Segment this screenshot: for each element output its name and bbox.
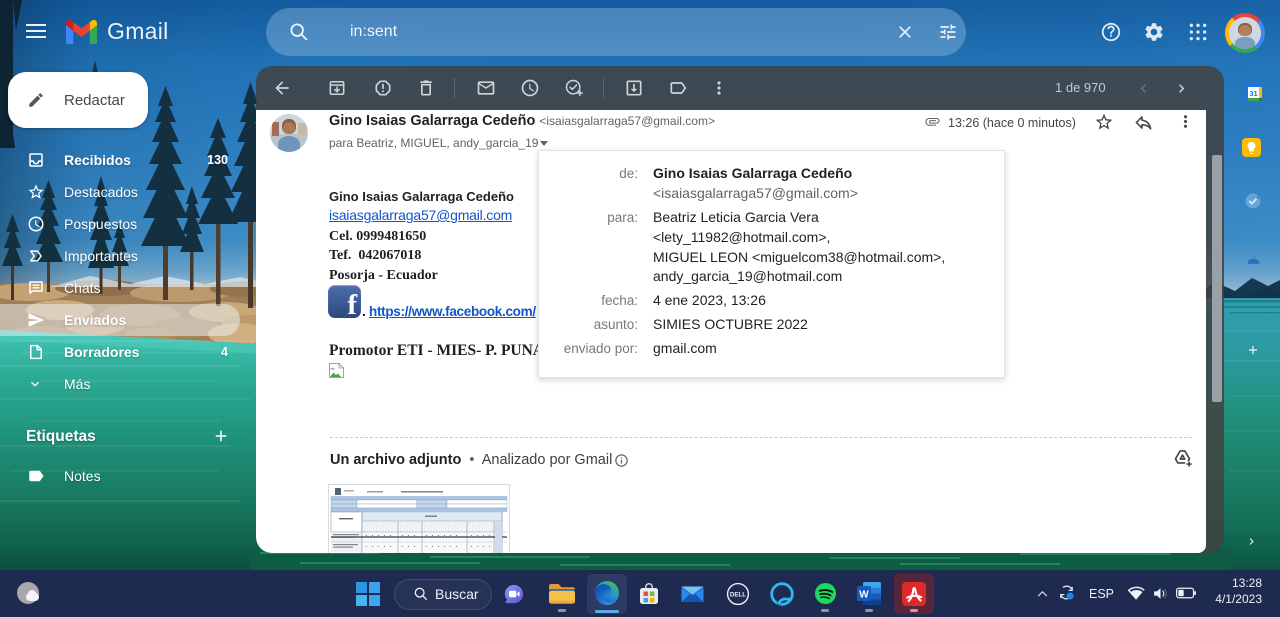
svg-text:DELL: DELL <box>730 592 746 599</box>
svg-text:31: 31 <box>1249 89 1257 98</box>
svg-text:W: W <box>859 590 869 601</box>
